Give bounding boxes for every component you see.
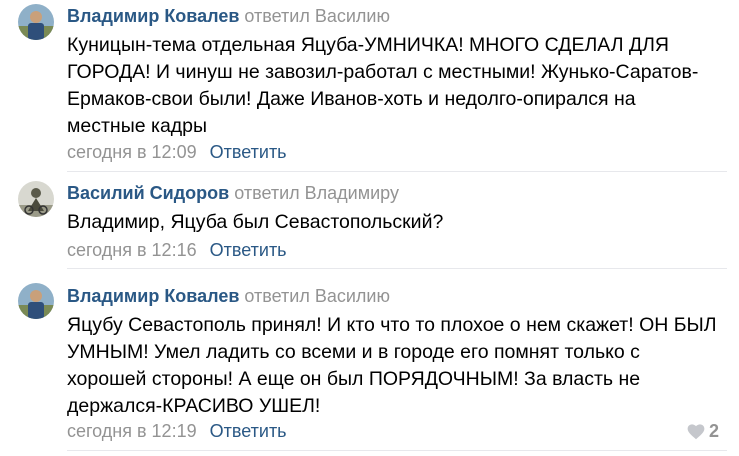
divider <box>67 450 727 451</box>
timestamp[interactable]: сегодня в 12:19 <box>67 421 197 441</box>
comment-text: Яцубу Севастополь принял! И кто что то п… <box>67 312 727 420</box>
replied-to[interactable]: ответил Василию <box>244 6 390 26</box>
text-line: Куницын-тема отдельная Яцуба-УМНИЧКА! МН… <box>67 34 669 56</box>
timestamp[interactable]: сегодня в 12:16 <box>67 240 197 260</box>
comment-meta: сегодня в 12:19 Ответить <box>67 420 287 442</box>
author-name[interactable]: Владимир Ковалев <box>67 286 239 306</box>
text-line: Яцубу Севастополь принял! И кто что то п… <box>67 314 717 336</box>
reply-button[interactable]: Ответить <box>210 421 287 441</box>
text-line: местные кадры <box>67 115 208 137</box>
text-line: Владимир, Яцуба был Севастопольский? <box>67 211 444 233</box>
replied-to[interactable]: ответил Владимиру <box>234 183 399 203</box>
heart-icon <box>687 424 705 440</box>
divider <box>67 268 727 269</box>
like-button[interactable]: 2 <box>687 420 719 442</box>
author-name[interactable]: Василий Сидоров <box>67 183 229 203</box>
text-line: Ермаков-свои были! Даже Иванов-хоть и не… <box>67 88 636 110</box>
like-count: 2 <box>708 421 719 441</box>
text-line: хорошей стороны! А еще он был ПОРЯДОЧНЫМ… <box>67 368 641 390</box>
comment-text: Владимир, Яцуба был Севастопольский? <box>67 209 727 236</box>
avatar[interactable] <box>18 283 54 319</box>
text-line: держался-КРАСИВО УШЕЛ! <box>67 395 321 417</box>
replied-to[interactable]: ответил Василию <box>244 286 390 306</box>
timestamp[interactable]: сегодня в 12:09 <box>67 142 197 162</box>
divider <box>67 171 727 172</box>
comment-text: Куницын-тема отдельная Яцуба-УМНИЧКА! МН… <box>67 32 727 140</box>
text-line: ГОРОДА! И чинуш не завозил-работал с мес… <box>67 61 699 83</box>
text-line: УМНЫМ! Умел ладить со всеми и в городе е… <box>67 341 640 363</box>
author-name[interactable]: Владимир Ковалев <box>67 6 239 26</box>
comment-header: Владимир Ковалев ответил Василию <box>67 5 390 27</box>
avatar[interactable] <box>18 181 54 217</box>
comment-header: Владимир Ковалев ответил Василию <box>67 285 390 307</box>
comment-header: Василий Сидоров ответил Владимиру <box>67 182 399 204</box>
comment-meta: сегодня в 12:09 Ответить <box>67 141 287 163</box>
reply-button[interactable]: Ответить <box>210 142 287 162</box>
avatar[interactable] <box>18 4 54 40</box>
comment-meta: сегодня в 12:16 Ответить <box>67 239 287 261</box>
reply-button[interactable]: Ответить <box>210 240 287 260</box>
